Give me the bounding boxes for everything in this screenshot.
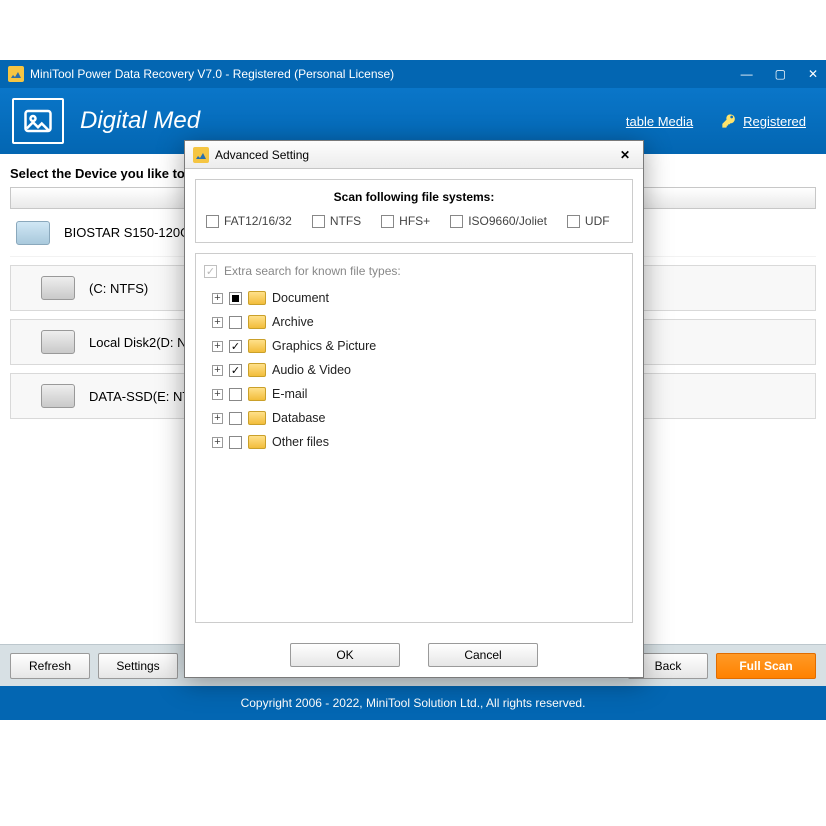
filetype-checkbox[interactable] xyxy=(229,340,242,353)
folder-icon xyxy=(248,411,266,425)
extra-search-checkbox: Extra search for known file types: xyxy=(204,264,624,278)
filetype-checkbox[interactable] xyxy=(229,316,242,329)
folder-icon xyxy=(248,291,266,305)
partition-icon xyxy=(41,384,75,408)
ok-button[interactable]: OK xyxy=(290,643,400,667)
maximize-button[interactable]: ▢ xyxy=(775,67,786,81)
bootable-media-link[interactable]: table Media xyxy=(626,114,693,129)
filetype-item[interactable]: + Database xyxy=(212,406,624,430)
footer: Copyright 2006 - 2022, MiniTool Solution… xyxy=(0,686,826,720)
filetype-item[interactable]: + Audio & Video xyxy=(212,358,624,382)
extra-search-label: Extra search for known file types: xyxy=(224,264,401,278)
partition-icon xyxy=(41,330,75,354)
partition-icon xyxy=(41,276,75,300)
expand-icon[interactable]: + xyxy=(212,317,223,328)
refresh-button[interactable]: Refresh xyxy=(10,653,90,679)
filetype-item[interactable]: + Archive xyxy=(212,310,624,334)
titlebar: MiniTool Power Data Recovery V7.0 - Regi… xyxy=(0,60,826,88)
dialog-icon xyxy=(193,147,209,163)
close-button[interactable]: ✕ xyxy=(808,67,818,81)
expand-icon[interactable]: + xyxy=(212,293,223,304)
partition-label: Local Disk2(D: NT xyxy=(89,335,194,350)
filetype-item[interactable]: + Document xyxy=(212,286,624,310)
fs-ntfs-checkbox[interactable]: NTFS xyxy=(312,214,361,228)
filesystem-title: Scan following file systems: xyxy=(206,190,622,204)
fs-iso-checkbox[interactable]: ISO9660/Joliet xyxy=(450,214,547,228)
filetype-item[interactable]: + Graphics & Picture xyxy=(212,334,624,358)
folder-icon xyxy=(248,339,266,353)
expand-icon[interactable]: + xyxy=(212,413,223,424)
section-icon xyxy=(12,98,64,144)
copyright-text: Copyright 2006 - 2022, MiniTool Solution… xyxy=(241,696,586,710)
drive-label: BIOSTAR S150-120G xyxy=(64,225,190,240)
full-scan-button[interactable]: Full Scan xyxy=(716,653,816,679)
filetype-label: Database xyxy=(272,411,326,425)
fs-fat-checkbox[interactable]: FAT12/16/32 xyxy=(206,214,292,228)
registered-link[interactable]: Registered xyxy=(721,113,806,129)
filetype-label: Document xyxy=(272,291,329,305)
dialog-close-button[interactable]: ✕ xyxy=(615,148,635,162)
filetype-label: Audio & Video xyxy=(272,363,351,377)
fs-hfs-checkbox[interactable]: HFS+ xyxy=(381,214,430,228)
expand-icon[interactable]: + xyxy=(212,341,223,352)
app-icon xyxy=(8,66,24,82)
expand-icon[interactable]: + xyxy=(212,365,223,376)
filetype-checkbox[interactable] xyxy=(229,412,242,425)
dialog-buttons: OK Cancel xyxy=(185,633,643,677)
expand-icon[interactable]: + xyxy=(212,389,223,400)
filetype-label: Other files xyxy=(272,435,329,449)
partition-label: (C: NTFS) xyxy=(89,281,148,296)
filetype-checkbox[interactable] xyxy=(229,364,242,377)
dialog-title: Advanced Setting xyxy=(215,148,609,162)
folder-icon xyxy=(248,435,266,449)
folder-icon xyxy=(248,363,266,377)
filetype-label: Graphics & Picture xyxy=(272,339,376,353)
settings-button[interactable]: Settings xyxy=(98,653,178,679)
key-icon xyxy=(721,113,737,129)
filesystem-group: Scan following file systems: FAT12/16/32… xyxy=(195,179,633,243)
expand-icon[interactable]: + xyxy=(212,437,223,448)
drive-icon xyxy=(16,221,50,245)
folder-icon xyxy=(248,315,266,329)
filetype-tree: + Document + Archive + Graphics & Picture + Aud… xyxy=(204,286,624,454)
filetype-group: Extra search for known file types: + Docu… xyxy=(195,253,633,623)
filetype-checkbox[interactable] xyxy=(229,292,242,305)
filetype-item[interactable]: + Other files xyxy=(212,430,624,454)
fs-udf-checkbox[interactable]: UDF xyxy=(567,214,610,228)
folder-icon xyxy=(248,387,266,401)
section-title: Digital Med xyxy=(80,107,200,135)
filetype-checkbox[interactable] xyxy=(229,388,242,401)
filetype-item[interactable]: + E-mail xyxy=(212,382,624,406)
partition-label: DATA-SSD(E: NTF xyxy=(89,389,198,404)
filetype-label: E-mail xyxy=(272,387,307,401)
filetype-label: Archive xyxy=(272,315,314,329)
dialog-titlebar: Advanced Setting ✕ xyxy=(185,141,643,169)
cancel-button[interactable]: Cancel xyxy=(428,643,538,667)
filetype-checkbox[interactable] xyxy=(229,436,242,449)
minimize-button[interactable]: — xyxy=(741,67,753,81)
advanced-setting-dialog: Advanced Setting ✕ Scan following file s… xyxy=(184,140,644,678)
window-title: MiniTool Power Data Recovery V7.0 - Regi… xyxy=(30,67,741,81)
